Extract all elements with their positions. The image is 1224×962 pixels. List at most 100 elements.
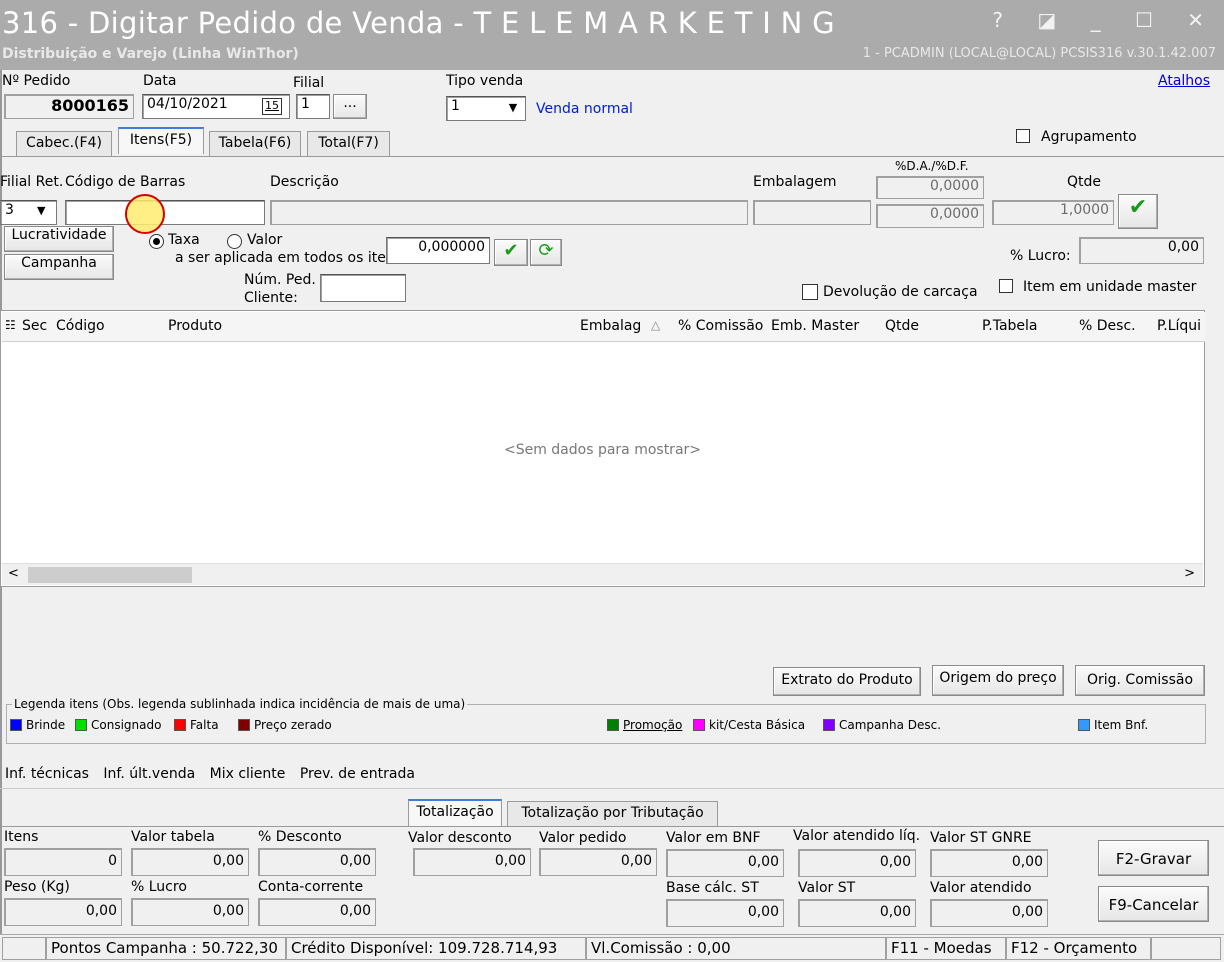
valor-atendido-liq-label: Valor atendido líq. (793, 828, 921, 844)
status-orcamento[interactable]: F12 - Orçamento (1006, 937, 1151, 960)
refresh-icon[interactable]: ⟳ (530, 239, 562, 266)
taxa-radio[interactable] (149, 234, 164, 249)
status-moedas[interactable]: F11 - Moedas (886, 937, 1006, 960)
lucro-label: % Lucro: (1010, 248, 1071, 264)
legend-preco-zerado: Preço zerado (238, 718, 332, 732)
filial-ret-value: 3 (5, 202, 14, 218)
apply-check-button[interactable]: ✔ (494, 239, 528, 266)
valor-label: Valor (247, 232, 283, 248)
valor-atendido-label: Valor atendido (930, 880, 1032, 896)
valor-bnf-label: Valor em BNF (666, 830, 761, 846)
info-links: Inf. técnicas Inf. últ.venda Mix cliente… (5, 766, 425, 782)
tipo-venda-value: 1 (451, 98, 460, 114)
tab-divider (0, 826, 1224, 827)
filial-ret-select[interactable]: 3 ▼ (0, 200, 57, 225)
horizontal-scrollbar[interactable]: < > (2, 563, 1203, 585)
valor-desconto-label: Valor desconto (408, 830, 512, 846)
data-label: Data (143, 73, 177, 89)
scroll-right-icon[interactable]: > (1184, 566, 1195, 581)
aplicada-input[interactable]: 0,000000 (386, 237, 490, 264)
itens-label: Itens (4, 829, 39, 845)
extrato-button[interactable]: Extrato do Produto (773, 667, 921, 696)
scroll-left-icon[interactable]: < (8, 566, 19, 581)
status-credito: Crédito Disponível: 109.728.714,93 (286, 937, 586, 960)
divider (0, 788, 1224, 789)
legend-label: Promoção (623, 718, 683, 732)
col-desc[interactable]: % Desc. (1079, 318, 1136, 334)
confirm-item-button[interactable]: ✔ (1118, 194, 1158, 229)
item-master-checkbox[interactable] (999, 279, 1013, 293)
legend-consignado: Consignado (75, 718, 161, 732)
filial-lookup-button[interactable]: ... (333, 94, 367, 119)
devolucao-checkbox[interactable] (802, 284, 818, 300)
valor-radio[interactable] (227, 234, 242, 249)
color-swatch (607, 719, 619, 731)
col-embalag[interactable]: Embalag (580, 318, 641, 334)
color-swatch (10, 719, 22, 731)
window-controls[interactable]: ? ◪ _ ☐ ✕ (992, 8, 1218, 32)
peso-label: Peso (Kg) (4, 879, 70, 895)
col-sec[interactable]: Sec (22, 318, 47, 334)
tab-totalizacao-tributacao[interactable]: Totalização por Tributação (507, 801, 718, 826)
tab-tabela[interactable]: Tabela(F6) (209, 131, 301, 156)
valor-bnf-field: 0,00 (666, 849, 784, 877)
col-produto[interactable]: Produto (168, 318, 222, 334)
lucro-total-field: 0,00 (131, 898, 249, 926)
pedido-label: Nº Pedido (2, 73, 71, 89)
window-title: 316 - Digitar Pedido de Venda - T E L E … (2, 6, 835, 40)
lucratividade-button[interactable]: Lucratividade (4, 226, 114, 252)
tab-total[interactable]: Total(F7) (307, 131, 390, 156)
calendar-icon[interactable]: 15 (262, 98, 282, 115)
prev-entrada-link[interactable]: Prev. de entrada (300, 766, 415, 782)
tipo-venda-label: Tipo venda (446, 73, 524, 89)
cancelar-button[interactable]: F9-Cancelar (1098, 886, 1209, 922)
inf-ult-venda-link[interactable]: Inf. últ.venda (103, 766, 195, 782)
col-emb-master[interactable]: Emb. Master (771, 318, 859, 334)
legend-item-bnf: Item Bnf. (1078, 718, 1148, 732)
window-subtitle: Distribuição e Varejo (Linha WinThor) (2, 46, 299, 62)
filial-field[interactable]: 1 (296, 94, 330, 119)
gravar-button[interactable]: F2-Gravar (1098, 840, 1209, 876)
tab-cabec[interactable]: Cabec.(F4) (16, 131, 112, 156)
orig-comissao-button[interactable]: Orig. Comissão (1075, 665, 1205, 696)
color-swatch (693, 719, 705, 731)
embalagem-label: Embalagem (753, 174, 837, 190)
df-field: 0,0000 (876, 204, 984, 228)
base-st-field: 0,00 (666, 899, 784, 927)
aplicada-label: a ser aplicada em todos os itens: (175, 250, 407, 266)
valor-st-gnre-field: 0,00 (930, 849, 1048, 877)
devolucao-label: Devolução de carcaça (823, 284, 978, 300)
atalhos-link[interactable]: Atalhos (1158, 73, 1210, 89)
peso-field: 0,00 (4, 898, 122, 926)
col-ptabela[interactable]: P.Tabela (982, 318, 1038, 334)
origem-preco-button[interactable]: Origem do preço (932, 665, 1064, 696)
data-value: 04/10/2021 (147, 96, 228, 112)
valor-desconto-field: 0,00 (413, 848, 531, 876)
agrupamento-checkbox[interactable] (1016, 129, 1030, 143)
valor-atendido-liq-field: 0,00 (798, 849, 916, 877)
status-comissao: Vl.Comissão : 0,00 (586, 937, 886, 960)
items-grid[interactable]: ☷ Sec Código Produto Embalag △ % Comissã… (0, 310, 1205, 587)
num-ped-cliente-input[interactable] (320, 274, 406, 302)
descricao-label: Descrição (270, 174, 339, 190)
scroll-thumb[interactable] (28, 567, 192, 583)
mix-cliente-link[interactable]: Mix cliente (210, 766, 286, 782)
codigo-barras-input[interactable] (65, 200, 265, 225)
legend-falta: Falta (174, 718, 219, 732)
da-df-label: %D.A./%D.F. (895, 159, 969, 173)
tab-totalizacao[interactable]: Totalização (408, 799, 502, 826)
chevron-down-icon: ▼ (37, 204, 46, 217)
col-comissao[interactable]: % Comissão (678, 318, 763, 334)
inf-tecnicas-link[interactable]: Inf. técnicas (5, 766, 89, 782)
column-chooser-icon[interactable]: ☷ (5, 318, 16, 332)
tab-itens[interactable]: Itens(F5) (118, 127, 204, 154)
grid-empty-text: <Sem dados para mostrar> (503, 442, 702, 458)
col-pliquido[interactable]: P.Líqui (1157, 318, 1201, 334)
embalagem-field (753, 200, 871, 225)
legend-label: kit/Cesta Básica (709, 718, 806, 732)
col-codigo[interactable]: Código (56, 318, 105, 334)
campanha-button[interactable]: Campanha (4, 254, 114, 280)
col-qtde[interactable]: Qtde (885, 318, 919, 334)
legend-label: Item Bnf. (1094, 718, 1149, 732)
chevron-down-icon[interactable]: ▼ (502, 98, 524, 119)
